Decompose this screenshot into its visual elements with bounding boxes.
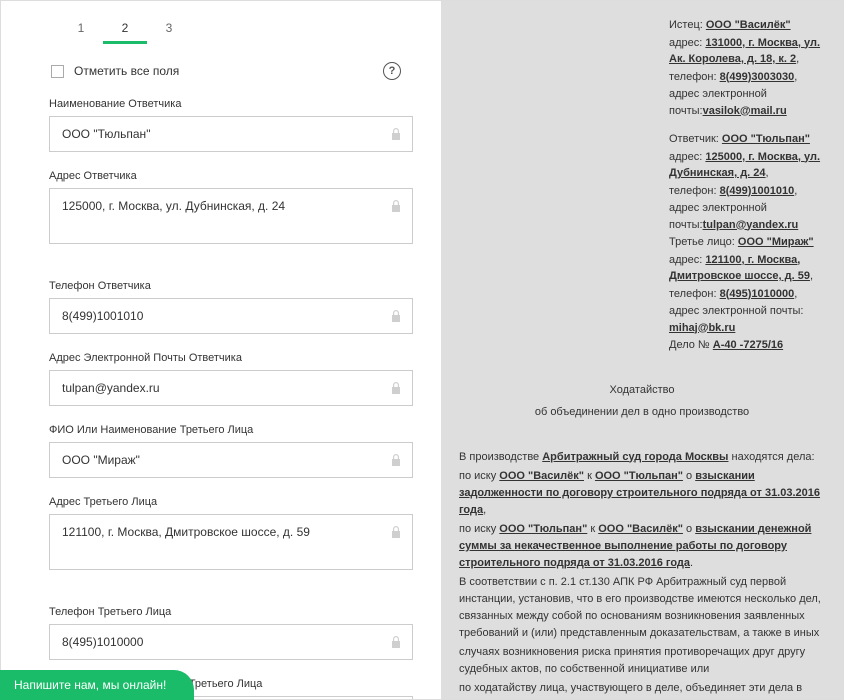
- mark-all-checkbox[interactable]: [51, 65, 64, 78]
- text-input[interactable]: [50, 117, 412, 151]
- third-label: Третье лицо:: [669, 236, 735, 248]
- form-panel: 1 2 3 Отметить все поля ? Наименование О…: [1, 1, 441, 699]
- plaintiff-phone: 8(499)3003030: [720, 71, 795, 83]
- text-input[interactable]: [50, 625, 412, 659]
- document-body: В производстве Арбитражный суд города Мо…: [459, 449, 825, 700]
- lock-icon: [390, 453, 402, 467]
- text-input[interactable]: [50, 371, 412, 405]
- field-label: Телефон Третьего Лица: [49, 606, 413, 618]
- document-preview: Истец: ООО "Василёк" адрес: 131000, г. М…: [441, 1, 843, 699]
- text-input[interactable]: [50, 299, 412, 333]
- case-number: А-40 -7275/16: [713, 339, 783, 351]
- defendant-phone: 8(499)1001010: [720, 185, 795, 197]
- field-label: Наименование Ответчика: [49, 98, 413, 110]
- plaintiff-email: vasilok@mail.ru: [703, 105, 787, 117]
- mark-all-label: Отметить все поля: [74, 64, 179, 78]
- lock-icon: [390, 381, 402, 395]
- third-name: ООО "Мираж": [738, 236, 814, 248]
- tab-1[interactable]: 1: [59, 13, 103, 44]
- plaintiff-label: Истец:: [669, 19, 703, 31]
- field-label: Телефон Ответчика: [49, 280, 413, 292]
- document-subtitle: об объединении дел в одно производство: [459, 404, 825, 421]
- chat-widget[interactable]: Напишите нам, мы онлайн!: [0, 670, 194, 700]
- third-email: mihaj@bk.ru: [669, 322, 735, 334]
- plaintiff-name: ООО "Василёк": [706, 19, 791, 31]
- lock-icon: [390, 199, 402, 213]
- defendant-name: ООО "Тюльпан": [722, 133, 810, 145]
- field-label: Адрес Ответчика: [49, 170, 413, 182]
- text-input[interactable]: [50, 189, 412, 223]
- defendant-email: tulpan@yandex.ru: [703, 219, 799, 231]
- text-input[interactable]: [50, 443, 412, 477]
- field-label: Адрес Электронной Почты Ответчика: [49, 352, 413, 364]
- tab-3[interactable]: 3: [147, 13, 191, 44]
- third-phone: 8(495)1010000: [720, 288, 795, 300]
- lock-icon: [390, 127, 402, 141]
- field-label: Адрес Третьего Лица: [49, 496, 413, 508]
- field-label: ФИО Или Наименование Третьего Лица: [49, 424, 413, 436]
- step-tabs: 1 2 3: [59, 13, 413, 44]
- help-icon[interactable]: ?: [383, 62, 401, 80]
- defendant-label: Ответчик:: [669, 133, 719, 145]
- lock-icon: [390, 309, 402, 323]
- lock-icon: [390, 635, 402, 649]
- tab-2[interactable]: 2: [103, 13, 147, 44]
- document-title: Ходатайство: [459, 382, 825, 399]
- lock-icon: [390, 525, 402, 539]
- text-input[interactable]: [50, 515, 412, 549]
